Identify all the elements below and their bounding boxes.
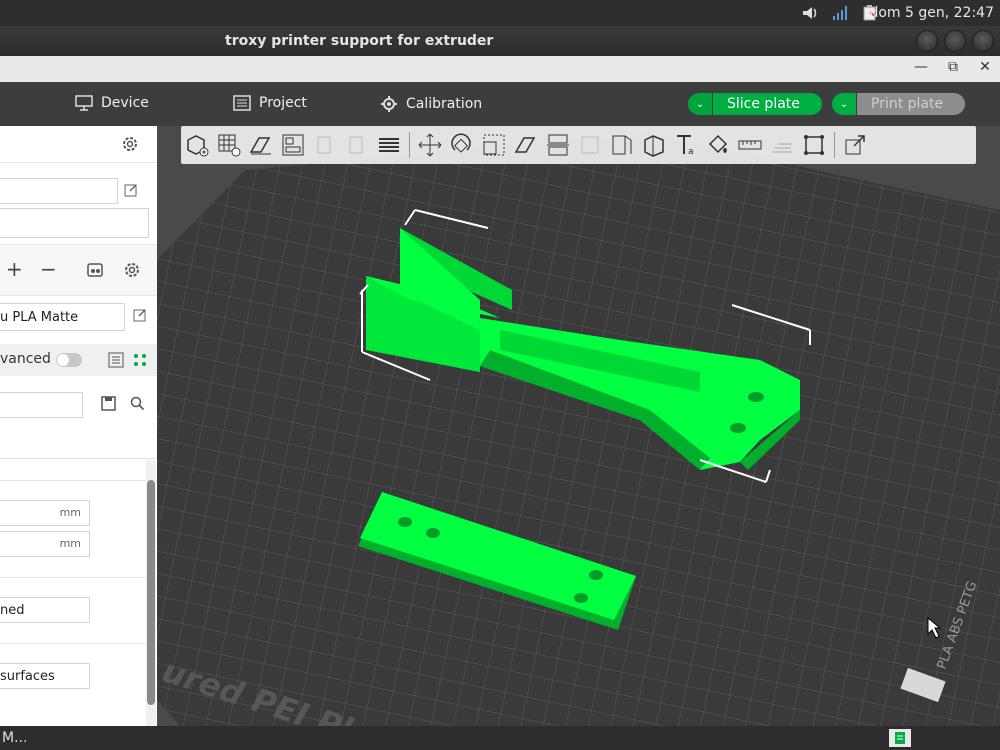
filament-select-label: u PLA Matte [0, 309, 79, 325]
tab-calibration[interactable]: Calibration [380, 95, 482, 113]
copy-icon[interactable] [309, 129, 341, 161]
filament-settings-icon[interactable] [123, 261, 141, 279]
print-dropdown-button[interactable]: ⌄ [832, 93, 857, 115]
print-plate-button[interactable]: Print plate [857, 93, 966, 115]
settings-sidebar: + − u PLA Matte vanced mm mm ned surface… [0, 126, 157, 726]
add-plate-icon[interactable] [213, 129, 245, 161]
seam-position-select[interactable]: ned [0, 597, 90, 623]
tab-device-label: Device [101, 95, 149, 111]
status-bar: M... [0, 726, 1000, 750]
ironing-type-value: surfaces [0, 668, 55, 684]
edit-icon[interactable] [124, 183, 138, 197]
export-icon[interactable] [839, 129, 871, 161]
ams-sync-icon[interactable] [86, 261, 104, 279]
main-toolbar: Device Project Calibration ⌄ Slice plate… [0, 82, 1000, 126]
plate-type-select[interactable] [0, 208, 149, 238]
text-tool-icon[interactable]: a [670, 129, 702, 161]
network-icon[interactable] [830, 3, 850, 23]
filament-select[interactable]: u PLA Matte [0, 303, 125, 331]
viewport-toolbar: a [181, 126, 976, 164]
gear-icon[interactable] [121, 135, 139, 153]
lay-on-face-icon[interactable] [510, 129, 542, 161]
app-close-button[interactable]: ✕ [976, 59, 994, 75]
app-minimize-button[interactable]: — [912, 59, 930, 75]
tab-calibration-label: Calibration [406, 96, 483, 112]
layer-height-unit: mm [59, 506, 81, 519]
system-clock[interactable]: dom 5 gen, 22:47 [869, 5, 994, 21]
cut-icon[interactable] [542, 129, 574, 161]
scale-icon[interactable] [478, 129, 510, 161]
color-paint-icon[interactable] [702, 129, 734, 161]
window-title: troxy printer support for extruder [225, 33, 494, 49]
paste-icon[interactable] [341, 129, 373, 161]
process-header: vanced [0, 344, 157, 376]
support-paint-icon[interactable] [606, 129, 638, 161]
advanced-toggle[interactable] [56, 353, 82, 367]
wm-maximize-button[interactable] [944, 30, 966, 52]
device-icon [75, 95, 93, 111]
list-view-icon[interactable] [108, 352, 124, 368]
add-filament-button[interactable]: + [6, 257, 23, 281]
slice-dropdown-button[interactable]: ⌄ [688, 93, 713, 115]
advanced-label: vanced [0, 351, 51, 367]
system-panel: dom 5 gen, 22:47 [0, 0, 1000, 26]
wm-minimize-button[interactable] [916, 30, 938, 52]
first-layer-height-field[interactable]: mm [0, 531, 90, 557]
toolbar-separator [834, 132, 835, 158]
assembly-icon[interactable] [766, 129, 798, 161]
remove-filament-button[interactable]: − [40, 257, 57, 281]
build-plate-scene[interactable]: ured PEI Plate PLA ABS PETG [157, 126, 1000, 726]
divider [0, 458, 157, 459]
seam-position-value: ned [0, 602, 25, 618]
divider [0, 480, 157, 481]
3d-viewport[interactable]: ured PEI Plate PLA ABS PETG [157, 126, 1000, 726]
layers-icon[interactable] [373, 129, 405, 161]
wm-close-button[interactable] [972, 30, 994, 52]
arrange-icon[interactable] [277, 129, 309, 161]
svg-text:a: a [688, 147, 694, 157]
calibration-icon [381, 96, 397, 112]
ironing-type-select[interactable]: surfaces [0, 663, 90, 689]
toolbar-separator [409, 132, 410, 158]
compare-icon[interactable] [132, 352, 148, 368]
filament-header: + − [0, 244, 157, 296]
auto-orient-icon[interactable] [245, 129, 277, 161]
window-titlebar: troxy printer support for extruder [0, 26, 1000, 56]
sidebar-header [0, 126, 157, 163]
first-layer-height-unit: mm [59, 537, 81, 550]
project-icon [233, 95, 251, 111]
tab-project-label: Project [259, 95, 307, 111]
app-chrome-bar: — ⧉ ✕ [0, 56, 1000, 83]
slice-plate-group: ⌄ Slice plate [688, 93, 822, 115]
status-text: M... [2, 730, 28, 746]
sidebar-scroll-thumb[interactable] [147, 480, 155, 705]
boolean-icon[interactable] [574, 129, 606, 161]
print-plate-group: ⌄ Print plate [832, 93, 966, 115]
sidebar-scrollbar[interactable] [146, 460, 156, 726]
add-object-icon[interactable] [181, 129, 213, 161]
search-icon[interactable] [130, 396, 145, 411]
measure-icon[interactable] [734, 129, 766, 161]
printer-select[interactable] [0, 178, 118, 204]
app-restore-button[interactable]: ⧉ [944, 59, 962, 75]
volume-icon[interactable] [800, 3, 820, 23]
edit-filament-icon[interactable] [133, 308, 147, 322]
slice-plate-button[interactable]: Slice plate [713, 93, 822, 115]
seam-paint-icon[interactable] [638, 129, 670, 161]
process-search-input[interactable] [0, 392, 83, 418]
divider [0, 643, 157, 644]
divider [0, 577, 157, 578]
tab-device[interactable]: Device [75, 95, 149, 111]
tab-project[interactable]: Project [233, 95, 307, 111]
layer-height-field[interactable]: mm [0, 500, 90, 526]
notification-icon[interactable] [889, 729, 911, 747]
rotate-icon[interactable] [446, 129, 478, 161]
save-icon[interactable] [101, 396, 116, 411]
move-icon[interactable] [414, 129, 446, 161]
fit-view-icon[interactable] [798, 129, 830, 161]
